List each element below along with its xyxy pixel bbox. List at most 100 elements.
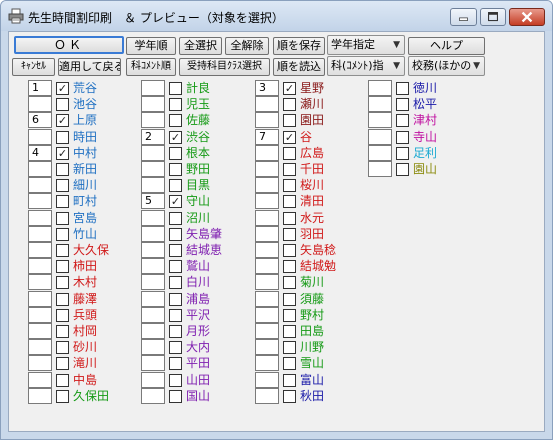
- print-order-input[interactable]: 7: [255, 128, 279, 145]
- print-order-input[interactable]: [255, 339, 279, 356]
- teacher-checkbox[interactable]: [283, 98, 296, 112]
- teacher-checkbox[interactable]: [283, 195, 296, 209]
- teacher-checkbox[interactable]: [169, 163, 182, 176]
- maximize-button[interactable]: [480, 8, 506, 26]
- print-order-input[interactable]: [28, 225, 52, 242]
- teacher-row[interactable]: 結城恵: [141, 242, 251, 258]
- print-order-input[interactable]: 6: [28, 112, 52, 129]
- teacher-row[interactable]: 山田: [141, 371, 251, 388]
- print-order-input[interactable]: [255, 306, 279, 323]
- print-order-input[interactable]: [368, 128, 392, 145]
- print-order-input[interactable]: [28, 96, 52, 113]
- teacher-row[interactable]: 佐藤: [141, 112, 251, 129]
- teacher-row[interactable]: 藤澤: [28, 290, 138, 307]
- teacher-row[interactable]: 計良: [141, 80, 251, 96]
- teacher-row[interactable]: 鷲山: [141, 258, 251, 275]
- teacher-checkbox[interactable]: [56, 292, 69, 306]
- teacher-row[interactable]: 大内: [141, 339, 251, 356]
- teacher-checkbox[interactable]: [56, 325, 69, 338]
- teacher-checkbox[interactable]: [283, 179, 296, 193]
- teacher-row[interactable]: 川野: [255, 339, 365, 356]
- teacher-row[interactable]: 月形: [141, 323, 251, 339]
- teacher-row[interactable]: 時田: [28, 128, 138, 145]
- teacher-checkbox[interactable]: [169, 341, 182, 355]
- teacher-checkbox[interactable]: [56, 341, 69, 355]
- print-order-input[interactable]: [28, 209, 52, 226]
- print-order-input[interactable]: [28, 323, 52, 339]
- print-order-input[interactable]: [141, 355, 165, 372]
- print-order-input[interactable]: 2: [141, 128, 165, 145]
- teacher-row[interactable]: 津村: [368, 112, 478, 129]
- print-order-input[interactable]: [141, 242, 165, 258]
- teacher-checkbox[interactable]: [396, 163, 409, 176]
- print-order-input[interactable]: [141, 112, 165, 129]
- teacher-row[interactable]: 池谷: [28, 96, 138, 113]
- print-order-input[interactable]: [255, 96, 279, 113]
- teacher-checkbox[interactable]: [56, 357, 69, 371]
- print-order-input[interactable]: [141, 339, 165, 356]
- teacher-row[interactable]: 寺山: [368, 128, 478, 145]
- teacher-row[interactable]: 中島: [28, 371, 138, 388]
- teacher-checkbox[interactable]: [396, 130, 409, 144]
- print-order-input[interactable]: 1: [28, 80, 52, 96]
- teacher-row[interactable]: 宮島: [28, 209, 138, 226]
- print-order-input[interactable]: [141, 290, 165, 307]
- grade-order-button[interactable]: 学年順: [126, 37, 176, 55]
- teacher-checkbox[interactable]: [56, 276, 69, 290]
- teacher-checkbox[interactable]: [396, 146, 409, 160]
- print-order-input[interactable]: [255, 242, 279, 258]
- print-order-input[interactable]: [141, 144, 165, 161]
- teacher-checkbox[interactable]: [283, 389, 296, 403]
- print-order-input[interactable]: [141, 274, 165, 291]
- teacher-row[interactable]: 3 ✓ 星野: [255, 80, 365, 96]
- teacher-checkbox[interactable]: [56, 260, 69, 274]
- teacher-checkbox[interactable]: [56, 195, 69, 209]
- print-order-input[interactable]: [28, 274, 52, 291]
- teacher-row[interactable]: 瀬川: [255, 96, 365, 113]
- teacher-checkbox[interactable]: [283, 292, 296, 306]
- print-order-input[interactable]: [141, 177, 165, 194]
- print-order-input[interactable]: [141, 161, 165, 177]
- minimize-button[interactable]: [450, 8, 477, 26]
- school-duty-dropdown[interactable]: 校務(ほかの ▼: [408, 56, 485, 76]
- teacher-checkbox[interactable]: [56, 179, 69, 193]
- teacher-row[interactable]: 7 ✓ 谷: [255, 128, 365, 145]
- teacher-row[interactable]: 町村: [28, 193, 138, 210]
- teacher-checkbox[interactable]: [169, 211, 182, 225]
- print-order-input[interactable]: [28, 355, 52, 372]
- teacher-checkbox[interactable]: [169, 98, 182, 112]
- teacher-row[interactable]: 1 ✓ 荒谷: [28, 80, 138, 96]
- print-order-input[interactable]: [141, 225, 165, 242]
- teacher-checkbox[interactable]: [283, 341, 296, 355]
- teacher-row[interactable]: 清田: [255, 193, 365, 210]
- teacher-checkbox[interactable]: [56, 389, 69, 403]
- teacher-checkbox[interactable]: [396, 98, 409, 112]
- teacher-row[interactable]: 田島: [255, 323, 365, 339]
- teacher-row[interactable]: 野村: [255, 306, 365, 323]
- teacher-row[interactable]: 久保田: [28, 387, 138, 404]
- teacher-row[interactable]: 児玉: [141, 96, 251, 113]
- print-order-input[interactable]: [141, 323, 165, 339]
- teacher-row[interactable]: 兵頭: [28, 306, 138, 323]
- teacher-row[interactable]: 羽田: [255, 225, 365, 242]
- teacher-row[interactable]: 細川: [28, 177, 138, 194]
- print-order-input[interactable]: [368, 161, 392, 177]
- teacher-checkbox[interactable]: ✓: [283, 130, 296, 144]
- teacher-checkbox[interactable]: ✓: [169, 130, 182, 144]
- print-order-input[interactable]: [255, 193, 279, 210]
- print-order-input[interactable]: [28, 258, 52, 275]
- teacher-row[interactable]: 平田: [141, 355, 251, 372]
- print-order-input[interactable]: [141, 96, 165, 113]
- teacher-row[interactable]: 国山: [141, 387, 251, 404]
- print-order-input[interactable]: [368, 144, 392, 161]
- print-order-input[interactable]: [255, 177, 279, 194]
- teacher-checkbox[interactable]: [283, 244, 296, 257]
- teacher-row[interactable]: 結城勉: [255, 258, 365, 275]
- teacher-checkbox[interactable]: [169, 260, 182, 274]
- print-order-input[interactable]: [255, 112, 279, 129]
- teacher-checkbox[interactable]: [169, 114, 182, 128]
- print-order-input[interactable]: [28, 242, 52, 258]
- teacher-checkbox[interactable]: [169, 357, 182, 371]
- teacher-checkbox[interactable]: [169, 325, 182, 338]
- print-order-input[interactable]: [141, 306, 165, 323]
